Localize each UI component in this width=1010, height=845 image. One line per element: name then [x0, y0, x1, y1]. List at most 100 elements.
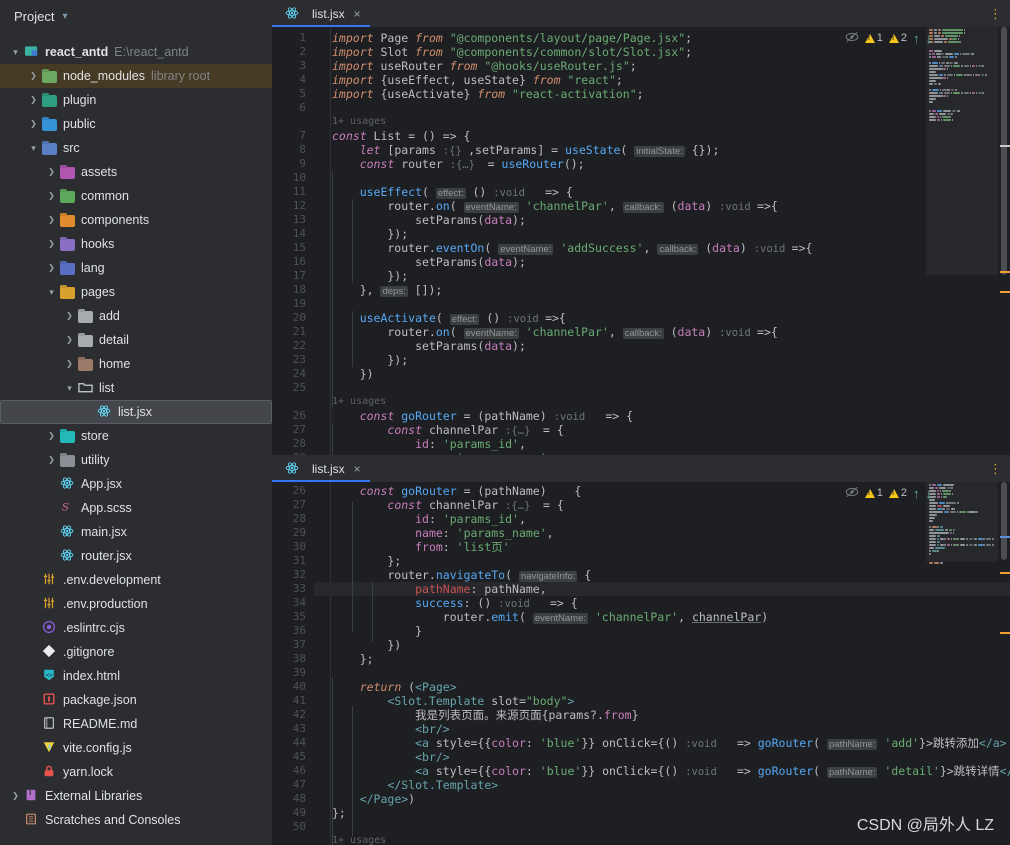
usages-inlay[interactable]: 1+ usages: [332, 115, 386, 129]
tree-item-pages[interactable]: ▾ pages: [0, 280, 272, 304]
chevron-down-icon[interactable]: ▾: [46, 287, 57, 297]
close-icon[interactable]: ×: [354, 7, 361, 21]
tree-item-main-jsx[interactable]: main.jsx: [0, 520, 272, 544]
code-line: import useRouter from "@hooks/useRouter.…: [332, 59, 637, 73]
scrollbar-marker[interactable]: [1000, 291, 1010, 293]
chevron-right-icon[interactable]: ❯: [46, 168, 57, 176]
code-editor-top[interactable]: 1 2 3 4 5 6 7 8 9 10 11 12 13 14 15 16 17 18 19 20 21 22 23 24 2…: [272, 27, 1010, 455]
chevron-right-icon[interactable]: ❯: [46, 216, 57, 224]
tree-item-index-html[interactable]: <> index.html: [0, 664, 272, 688]
chevron-right-icon[interactable]: ❯: [64, 360, 75, 368]
chevron-right-icon[interactable]: ❯: [64, 312, 75, 320]
tree-item-components[interactable]: ❯ components: [0, 208, 272, 232]
eye-off-icon[interactable]: [845, 486, 859, 501]
line-number: 31: [292, 554, 306, 567]
tree-item-hooks[interactable]: ❯ hooks: [0, 232, 272, 256]
tree-item-yarn-lock[interactable]: yarn.lock: [0, 760, 272, 784]
folder-icon: [60, 284, 76, 300]
more-options-icon[interactable]: ⋮: [989, 462, 1002, 475]
chevron-right-icon[interactable]: ❯: [46, 192, 57, 200]
code-line: router.navigateTo( navigateInfo: {: [332, 568, 592, 582]
line-number-gutter-top[interactable]: 1 2 3 4 5 6 7 8 9 10 11 12 13 14 15 16 17 18 19 20 21 22 23 24 2…: [272, 27, 314, 455]
scrollbar-marker[interactable]: [1000, 536, 1010, 538]
chevron-right-icon[interactable]: ❯: [28, 120, 39, 128]
tree-item-scratches-and-consoles[interactable]: Scratches and Consoles: [0, 808, 272, 832]
tree-item-store[interactable]: ❯ store: [0, 424, 272, 448]
chevron-down-icon[interactable]: ▾: [10, 47, 21, 57]
tree-item-label: yarn.lock: [63, 765, 114, 779]
chevron-right-icon[interactable]: ❯: [28, 96, 39, 104]
warning-count-2-bottom[interactable]: 2: [888, 487, 907, 499]
next-problem-icon[interactable]: ↓: [926, 487, 933, 500]
chevron-right-icon[interactable]: ❯: [64, 336, 75, 344]
tree-item-env-development[interactable]: .env.development: [0, 568, 272, 592]
code-minimap-bottom[interactable]: [926, 482, 998, 845]
warning-count-1-top[interactable]: 1: [864, 32, 883, 44]
code-minimap-top[interactable]: [926, 27, 998, 455]
eye-off-icon[interactable]: [845, 31, 859, 46]
tree-item-common[interactable]: ❯ common: [0, 184, 272, 208]
tree-item-vite-config-js[interactable]: vite.config.js: [0, 736, 272, 760]
project-tool-window-header[interactable]: Project ▾: [0, 0, 272, 32]
tree-item-react-antd[interactable]: ▾ react_antd E:\react_antd: [0, 40, 272, 64]
tree-item-utility[interactable]: ❯ utility: [0, 448, 272, 472]
chevron-down-icon[interactable]: ▾: [64, 383, 75, 393]
tree-item-list[interactable]: ▾ list: [0, 376, 272, 400]
chevron-down-icon[interactable]: ▾: [28, 143, 39, 153]
tree-item-lang[interactable]: ❯ lang: [0, 256, 272, 280]
tree-item-router-jsx[interactable]: router.jsx: [0, 544, 272, 568]
scrollbar-marker[interactable]: [1000, 632, 1010, 634]
chevron-right-icon[interactable]: ❯: [46, 240, 57, 248]
tree-item-home[interactable]: ❯ home: [0, 352, 272, 376]
tree-item-readme-md[interactable]: README.md: [0, 712, 272, 736]
editor-scrollbar-top[interactable]: [998, 27, 1010, 455]
tree-item-env-production[interactable]: .env.production: [0, 592, 272, 616]
chevron-right-icon[interactable]: ❯: [10, 792, 21, 800]
tree-item-list-jsx[interactable]: list.jsx: [0, 400, 272, 424]
previous-problem-icon[interactable]: ↑: [913, 32, 920, 45]
tree-item-node-modules[interactable]: ❯ node_modules library root: [0, 64, 272, 88]
tree-item-public[interactable]: ❯ public: [0, 112, 272, 136]
minimap-viewport[interactable]: [926, 482, 998, 562]
tree-item-gitignore[interactable]: .gitignore: [0, 640, 272, 664]
usages-inlay[interactable]: 1+ usages: [332, 395, 386, 409]
tab-list-jsx-top[interactable]: list.jsx ×: [272, 0, 370, 27]
tree-item-package-json[interactable]: package.json: [0, 688, 272, 712]
code-line: });: [332, 269, 409, 283]
tree-item-external-libraries[interactable]: ❯ External Libraries: [0, 784, 272, 808]
scrollbar-thumb[interactable]: [1001, 27, 1007, 275]
warning-count-2-top[interactable]: 2: [888, 32, 907, 44]
previous-problem-icon[interactable]: ↑: [913, 487, 920, 500]
minimap-viewport[interactable]: [926, 27, 998, 275]
tab-list-jsx-bottom[interactable]: list.jsx ×: [272, 455, 370, 482]
warning-count-1-bottom[interactable]: 1: [864, 487, 883, 499]
tree-item-assets[interactable]: ❯ assets: [0, 160, 272, 184]
tree-item-eslintrc-cjs[interactable]: .eslintrc.cjs: [0, 616, 272, 640]
chevron-right-icon[interactable]: ❯: [46, 456, 57, 464]
scrollbar-marker[interactable]: [1000, 271, 1010, 273]
code-line: setParams(data);: [332, 255, 526, 269]
more-options-icon[interactable]: ⋮: [989, 7, 1002, 20]
tree-item-app-jsx[interactable]: App.jsx: [0, 472, 272, 496]
code-text-bottom[interactable]: const goRouter = (pathName) { const chan…: [332, 482, 1010, 845]
tree-item-plugin[interactable]: ❯ plugin: [0, 88, 272, 112]
tree-item-src[interactable]: ▾ src: [0, 136, 272, 160]
code-editor-bottom[interactable]: 26 27 28 29 30 31 32 33 34 35 36 37 38 39 40 41 42 43 44 45…: [272, 482, 1010, 845]
code-text-top[interactable]: import Page from "@components/layout/pag…: [332, 27, 1010, 455]
line-number-gutter-bottom[interactable]: 26 27 28 29 30 31 32 33 34 35 36 37 38 39 40 41 42 43 44 45…: [272, 482, 314, 845]
chevron-right-icon[interactable]: ❯: [46, 432, 57, 440]
scrollbar-marker[interactable]: [1000, 572, 1010, 574]
tree-item-app-scss[interactable]: S App.scss: [0, 496, 272, 520]
editor-scrollbar-bottom[interactable]: [998, 482, 1010, 845]
chevron-right-icon[interactable]: ❯: [28, 72, 39, 80]
tree-item-detail[interactable]: ❯ detail: [0, 328, 272, 352]
chevron-down-icon[interactable]: ▾: [62, 11, 67, 22]
scrollbar-thumb[interactable]: [1001, 482, 1007, 560]
project-tree[interactable]: ▾ react_antd E:\react_antd ❯ node_modules lib…: [0, 32, 272, 832]
close-icon[interactable]: ×: [354, 462, 361, 476]
chevron-right-icon[interactable]: ❯: [46, 264, 57, 272]
next-problem-icon[interactable]: ↓: [926, 32, 933, 45]
tree-item-add[interactable]: ❯ add: [0, 304, 272, 328]
scrollbar-marker[interactable]: [1000, 145, 1010, 147]
usages-inlay[interactable]: 1+ usages: [332, 834, 386, 845]
